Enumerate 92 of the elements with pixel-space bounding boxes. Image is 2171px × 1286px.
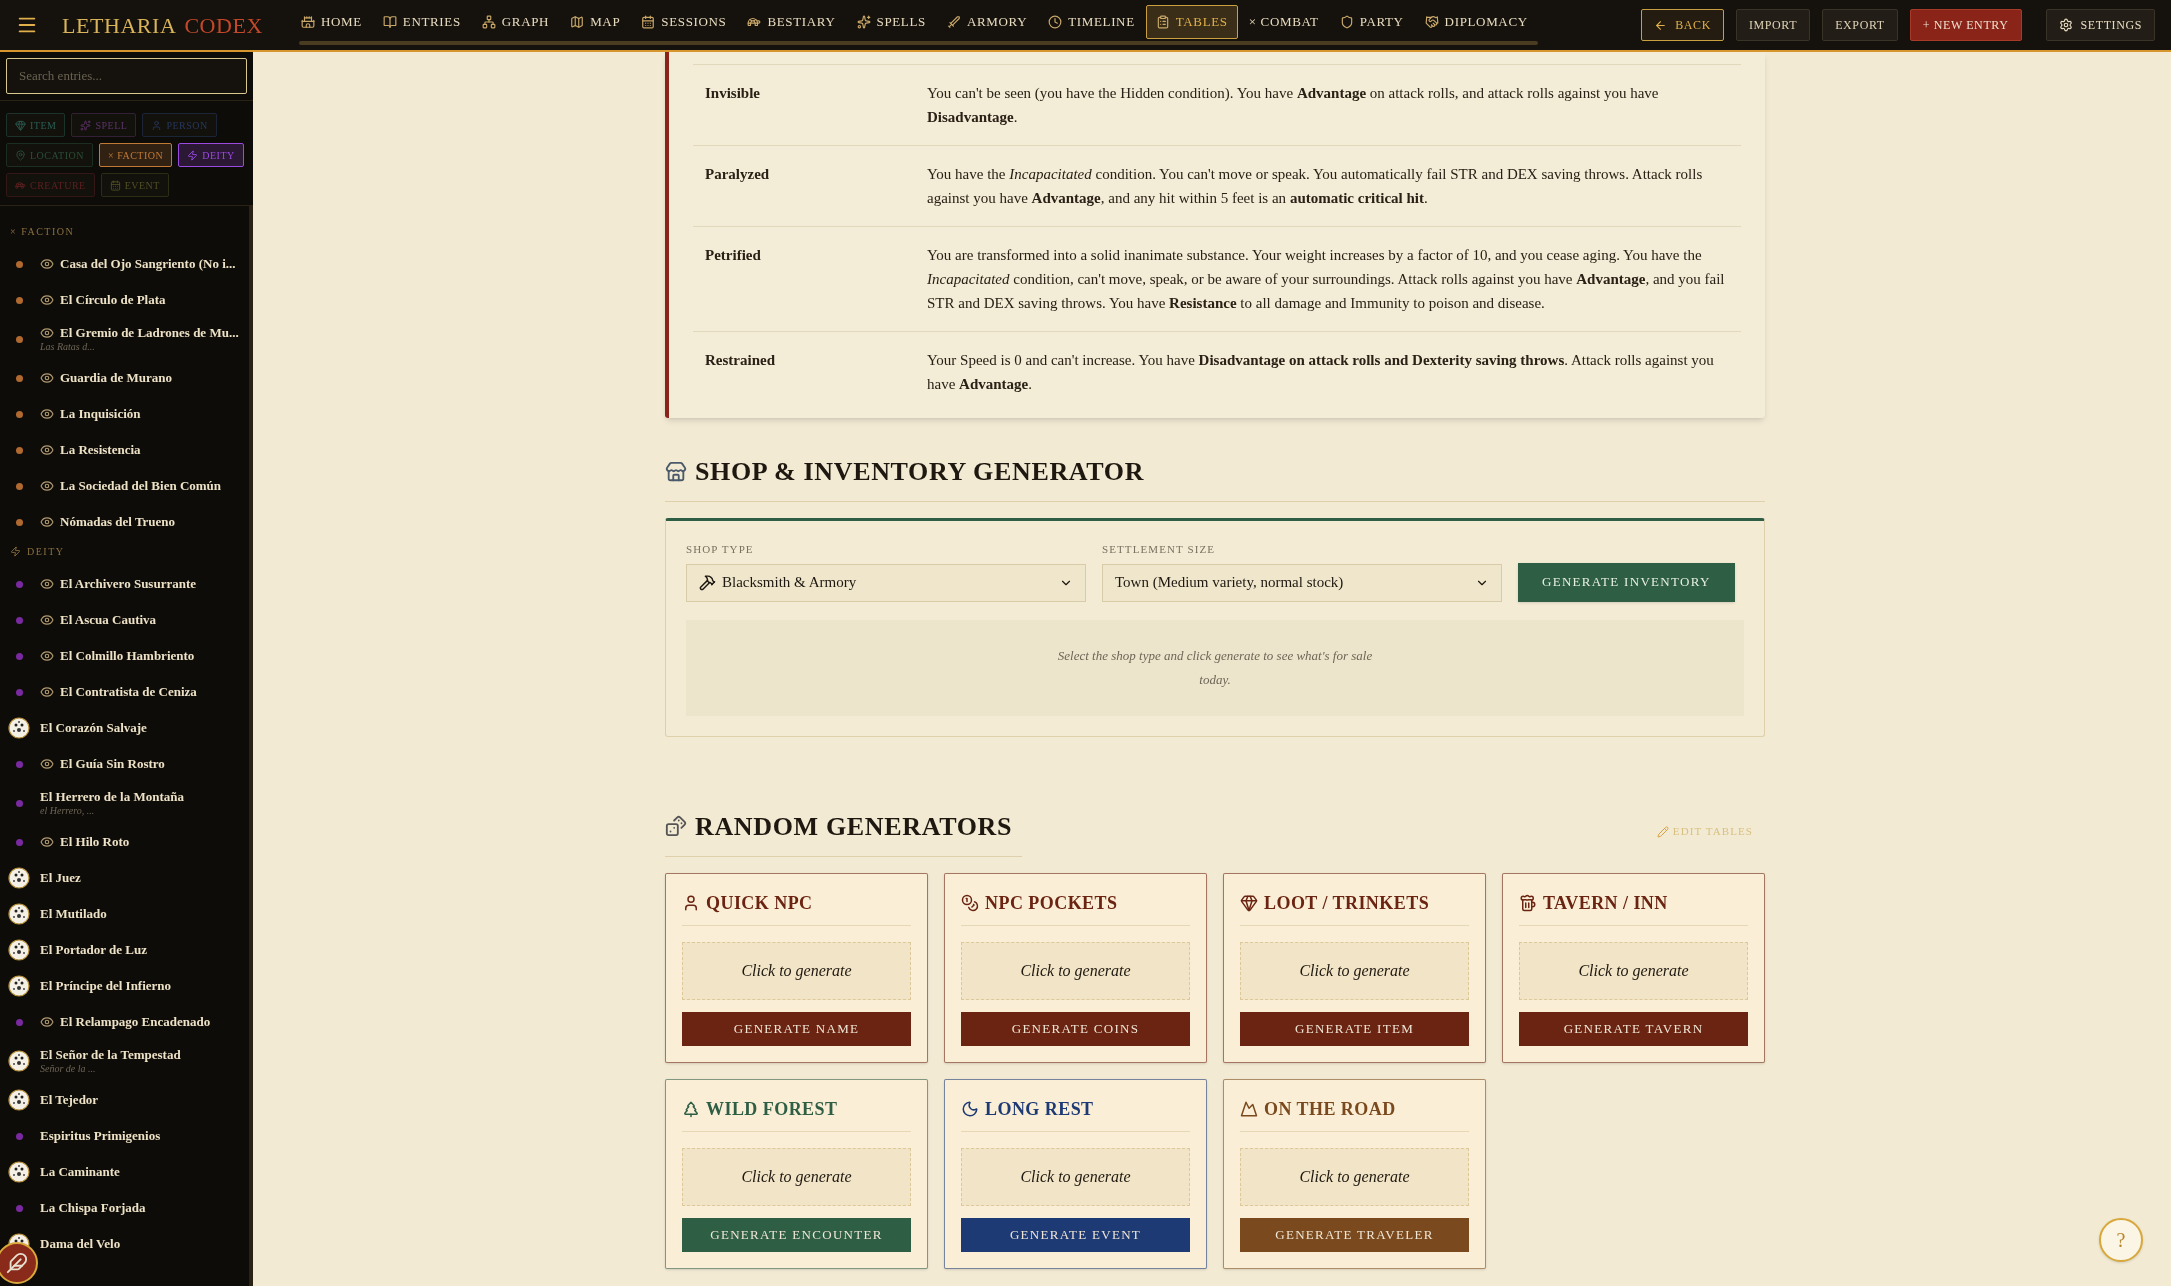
entry-name: El Ascua Cautiva [60,611,157,629]
condition-name: Invisible [704,84,762,103]
card-title: LONG REST [985,1097,1094,1121]
entry-name: El Gremio de Ladrones de Mu... [60,324,239,341]
generate-inventory-button[interactable]: GENERATE INVENTORY [1518,562,1735,602]
entry-name: Dama del Velo [40,1235,121,1253]
entry-name: El Colmillo Hambriento [60,647,195,665]
entry-name: La Sociedad del Bien Común [60,477,222,495]
section-heading: SHOP & INVENTORY GENERATOR [695,456,1145,488]
entry-subtitle: Las Ratas d... [40,340,96,354]
entry-name: El Relampago Encadenado [60,1013,211,1031]
result-text: Click to generate [1020,1166,1131,1188]
entry-name: La Inquisición [60,405,141,423]
card-title: QUICK NPC [706,891,813,915]
entry-name: El Príncipe del Infierno [40,977,172,995]
condition-name: Paralyzed [704,165,771,184]
nav-tab[interactable]: ARMORY [936,5,1038,39]
nav-tab[interactable]: × COMBAT [1238,5,1329,39]
card-title: TAVERN / INN [1543,891,1668,915]
entry-name: Casa del Ojo Sangriento (No i... [60,255,236,273]
entry-name: El Hilo Roto [60,833,130,851]
nav-tab[interactable]: ENTRIES [372,5,471,39]
entry-name: Guardia de Murano [60,369,172,387]
result-text: Click to generate [1578,960,1689,982]
generate-button[interactable]: GENERATE EVENT [961,1217,1190,1252]
entry-name: El Mutilado [40,905,107,923]
card-title: WILD FOREST [706,1097,838,1121]
generate-button[interactable]: GENERATE COINS [961,1011,1190,1046]
entry-name: Nómadas del Trueno [60,513,176,531]
condition-description: You have the Incapacitated condition. You can't move or speak. You automatically fail STR and DEX saving throws. Attack rolls against you have Advantage, and any hit within 5 feet is an automatic critical hit. [927,165,1704,208]
entry-name: El Juez [40,869,81,887]
entry-name: El Portador de Luz [40,941,147,959]
entry-name: La Chispa Forjada [40,1199,146,1217]
entry-name: El Corazón Salvaje [40,719,147,737]
shop-type-select[interactable]: Blacksmith & Armory [686,563,1086,602]
nav-tab[interactable]: DIPLOMACY [1414,5,1538,39]
entry-name: El Señor de la Tempestad [40,1046,181,1063]
settlement-select[interactable]: Town (Medium variety, normal stock) [1102,563,1502,602]
header-button[interactable]: EXPORT [1822,9,1898,41]
group-heading: DEITY [27,544,65,559]
entry-name: El Guía Sin Rostro [60,755,165,773]
generate-button[interactable]: GENERATE TRAVELER [1240,1217,1469,1252]
nav-tab[interactable]: TABLES [1145,5,1238,39]
nav-tab[interactable]: TIMELINE [1038,5,1145,39]
result-text: Click to generate [741,960,852,982]
entry-subtitle: Señor de la ... [40,1062,97,1076]
condition-name: Petrified [704,246,762,265]
logo-text: LETHARIA [62,11,177,40]
generate-button[interactable]: GENERATE ITEM [1240,1011,1469,1046]
entry-name: El Tejedor [40,1091,99,1109]
filter-chip[interactable]: DEITY [178,143,244,167]
nav-tab[interactable]: HOME [290,5,372,39]
entry-name: La Caminante [40,1163,120,1181]
header-button[interactable]: IMPORT [1735,9,1811,41]
result-text: Click to generate [1299,960,1410,982]
condition-description: You are transformed into a solid inanimate substance. Your weight increases by a factor of 10, and you cease aging. You have the Incapacitated condition, can't move, speak, or be aware of your surroundings. Attack rolls against you have Advantage, and you fail STR and DEX saving throws. You have Resistance to all damage and Immunity to poison and disease. [927,246,1726,313]
empty-state-text: Select the shop type and click generate to see what's for sale today. [1056,646,1374,689]
group-heading: × FACTION [10,224,75,239]
card-title: ON THE ROAD [1264,1097,1396,1121]
condition-description: Your Speed is 0 and can't increase. You have Disadvantage on attack rolls and Dexterity saving throws. Attack rolls against you have Advantage. [927,351,1715,394]
entry-name: El Archivero Susurrante [60,575,197,593]
card-title: NPC POCKETS [985,891,1118,915]
field-label: SHOP TYPE [686,542,755,557]
nav-tab[interactable]: MAP [560,5,631,39]
entry-name: El Herrero de la Montaña [40,788,184,805]
nav-tab[interactable]: GRAPH [471,5,560,39]
generate-button[interactable]: GENERATE TAVERN [1519,1011,1748,1046]
condition-name: Restrained [704,351,776,370]
result-text: Click to generate [1020,960,1131,982]
entry-name: El Círculo de Plata [60,291,166,309]
nav-tab[interactable]: BESTIARY [737,5,846,39]
card-title: LOOT / TRINKETS [1264,891,1430,915]
filter-chip[interactable]: × FACTION [99,143,173,167]
entry-name: El Contratista de Ceniza [60,683,197,701]
logo-accent-text: CODEX [184,11,263,40]
field-label: SETTLEMENT SIZE [1102,542,1217,557]
entry-name: Espiritus Primigenios [40,1127,161,1145]
search-field[interactable]: Search entries... [6,58,247,94]
entry-name: La Resistencia [60,441,141,459]
generate-button[interactable]: GENERATE ENCOUNTER [682,1217,911,1252]
settings-button[interactable]: SETTINGS [2045,9,2155,41]
back-button[interactable]: BACK [1641,9,1724,41]
result-text: Click to generate [741,1166,852,1188]
nav-tab[interactable]: PARTY [1329,5,1414,39]
result-text: Click to generate [1299,1166,1410,1188]
entry-subtitle: el Herrero, ... [40,804,96,818]
nav-tab[interactable]: SESSIONS [631,5,737,39]
section-heading: RANDOM GENERATORS [695,810,1013,843]
generate-button[interactable]: GENERATE NAME [682,1011,911,1046]
nav-tab[interactable]: SPELLS [846,5,936,39]
header-button[interactable]: + NEW ENTRY [1909,9,2022,41]
condition-description: You can't be seen (you have the Hidden condition). You have Advantage on attack rolls, and attack rolls against you have Disadvantage. [927,84,1660,127]
